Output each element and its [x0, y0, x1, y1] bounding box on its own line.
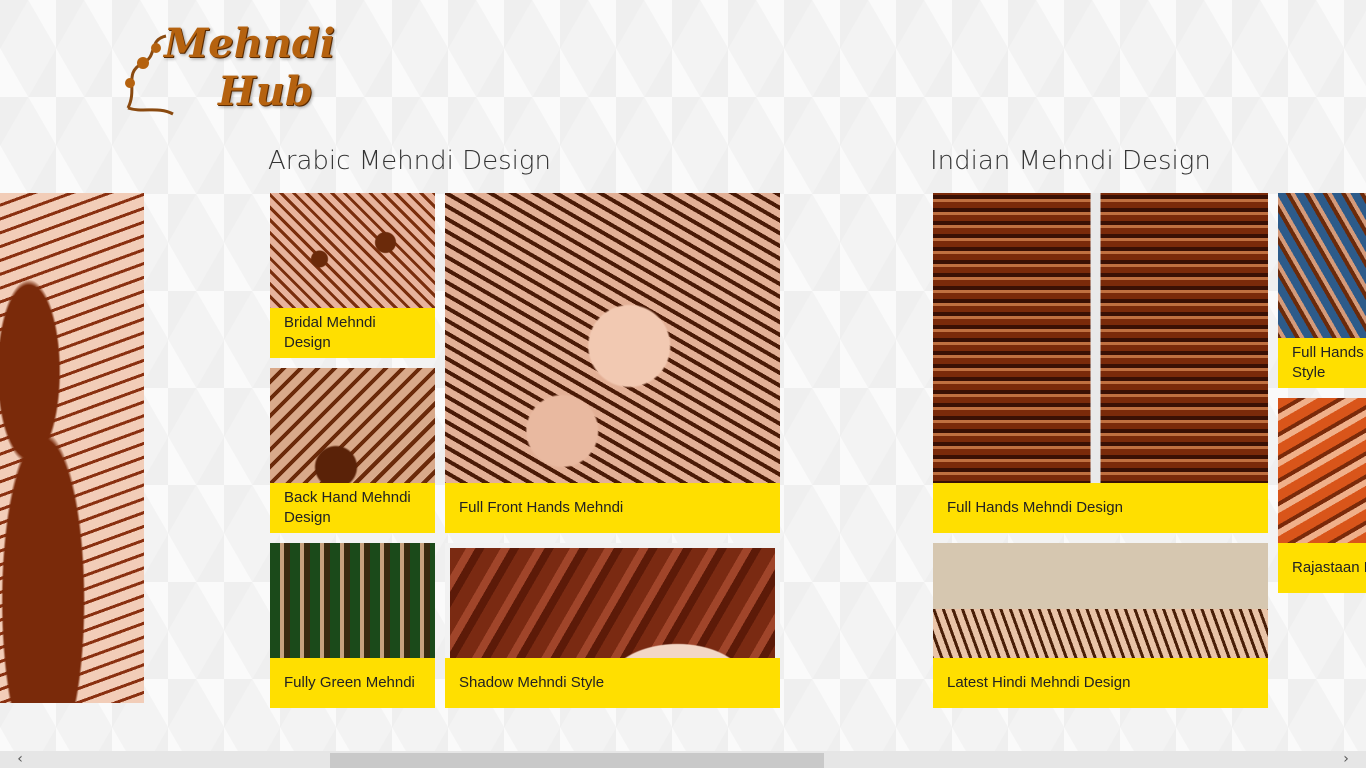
- tile-caption: Rajastaan Mehndi: [1278, 543, 1366, 593]
- app-logo: Mehndi Hub: [118, 20, 336, 122]
- tile-shadow-mehndi[interactable]: Shadow Mehndi Style: [445, 543, 780, 708]
- tile-fully-green-mehndi[interactable]: Fully Green Mehndi: [270, 543, 435, 708]
- tile-full-front-hands[interactable]: Full Front Hands Mehndi: [445, 193, 780, 533]
- left-partial-tile[interactable]: [0, 193, 144, 703]
- henna-hand-image: [0, 193, 144, 703]
- scroll-right-icon[interactable]: ›: [1326, 751, 1366, 768]
- tile-caption: Latest Hindi Mehndi Design: [933, 658, 1268, 708]
- tile-caption: Full Front Hands Mehndi: [445, 483, 780, 533]
- tile-full-hands-mehndi-design[interactable]: Full Hands Mehndi Design: [933, 193, 1268, 533]
- tile-caption: Fully Green Mehndi: [270, 658, 435, 708]
- scroll-left-icon[interactable]: ‹: [0, 751, 40, 768]
- tile-caption: Back Hand Mehndi Design: [270, 483, 435, 533]
- tile-caption: Full Hands Mehndi Design: [933, 483, 1268, 533]
- logo-word-mehndi: Mehndi: [164, 20, 336, 67]
- henna-image: [445, 193, 780, 533]
- tile-caption: Full Hands Mehndi Style: [1278, 338, 1366, 388]
- section-title-indian[interactable]: Indian Mehndi Design: [930, 146, 1211, 176]
- logo-word-hub: Hub: [218, 68, 313, 115]
- tile-caption: Bridal Mehndi Design: [270, 308, 435, 358]
- tile-back-hand-mehndi[interactable]: Back Hand Mehndi Design: [270, 368, 435, 533]
- scroll-thumb[interactable]: [330, 753, 824, 768]
- tile-bridal-mehndi[interactable]: Bridal Mehndi Design: [270, 193, 435, 358]
- tile-latest-hindi-mehndi[interactable]: Latest Hindi Mehndi Design: [933, 543, 1268, 708]
- henna-image: [933, 193, 1268, 533]
- horizontal-scrollbar[interactable]: ‹ ›: [0, 751, 1366, 768]
- tile-full-hands-mehndi-style[interactable]: Full Hands Mehndi Style: [1278, 193, 1366, 388]
- section-title-arabic[interactable]: Arabic Mehndi Design: [268, 146, 551, 176]
- tile-caption: Shadow Mehndi Style: [445, 658, 780, 708]
- tile-rajastaan-mehndi[interactable]: Rajastaan Mehndi: [1278, 398, 1366, 593]
